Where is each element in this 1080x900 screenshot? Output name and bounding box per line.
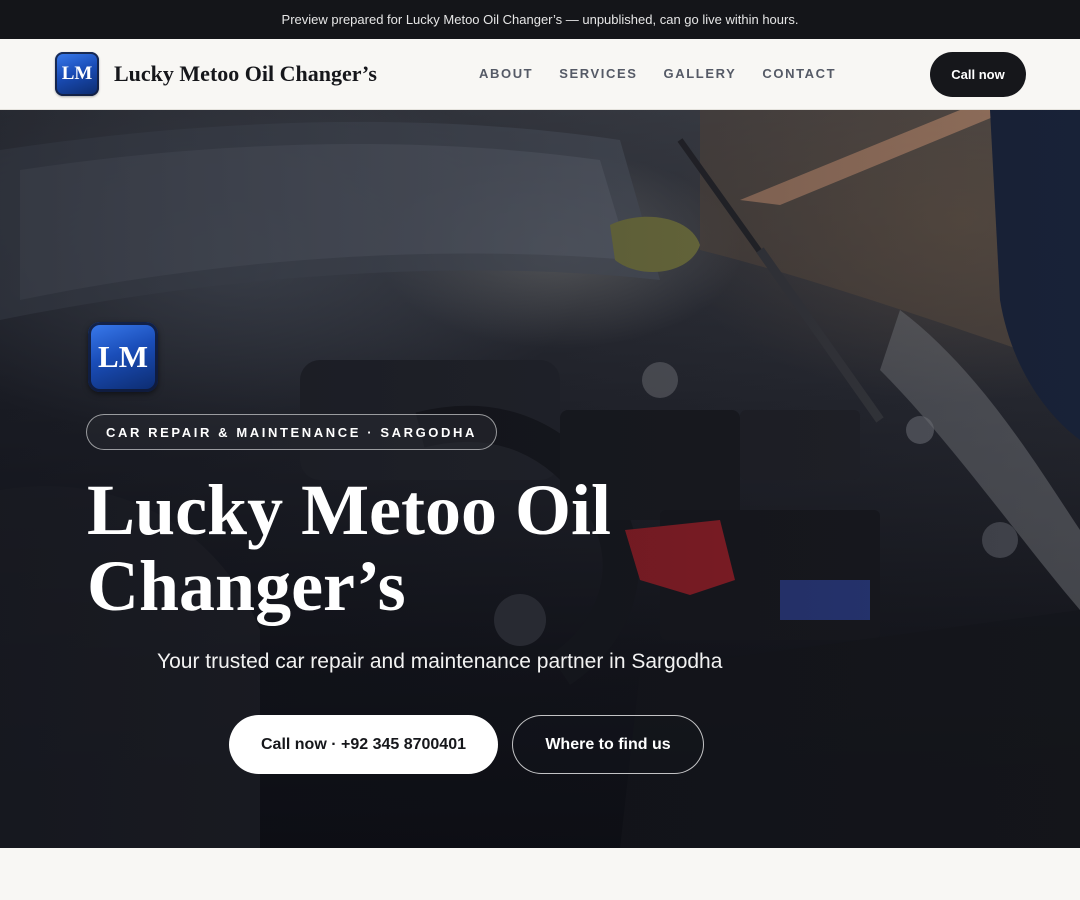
call-phone-button[interactable]: Call now · +92 345 8700401 xyxy=(229,715,498,774)
nav-link-services[interactable]: SERVICES xyxy=(559,66,637,82)
brand-name[interactable]: Lucky Metoo Oil Changer’s xyxy=(114,61,377,87)
main-nav: ABOUT SERVICES GALLERY CONTACT xyxy=(479,66,836,82)
nav-link-contact[interactable]: CONTACT xyxy=(762,66,836,82)
hero-logo: LM xyxy=(88,322,158,392)
preview-banner-text: Preview prepared for Lucky Metoo Oil Cha… xyxy=(281,12,799,27)
nav-link-about[interactable]: ABOUT xyxy=(479,66,533,82)
hero-subtitle: Your trusted car repair and maintenance … xyxy=(157,650,723,673)
hero-title: Lucky Metoo Oil Changer’s xyxy=(87,470,611,626)
preview-banner: Preview prepared for Lucky Metoo Oil Cha… xyxy=(0,0,1080,39)
site-header: LM Lucky Metoo Oil Changer’s ABOUT SERVI… xyxy=(0,39,1080,110)
next-section xyxy=(0,848,1080,900)
find-us-button[interactable]: Where to find us xyxy=(512,715,704,774)
hero-section: LM CAR REPAIR & MAINTENANCE · SARGODHA L… xyxy=(0,110,1080,848)
hero-category-tag: CAR REPAIR & MAINTENANCE · SARGODHA xyxy=(86,414,497,450)
call-now-button[interactable]: Call now xyxy=(930,52,1026,97)
nav-link-gallery[interactable]: GALLERY xyxy=(664,66,737,82)
brand-logo[interactable]: LM xyxy=(55,52,99,96)
